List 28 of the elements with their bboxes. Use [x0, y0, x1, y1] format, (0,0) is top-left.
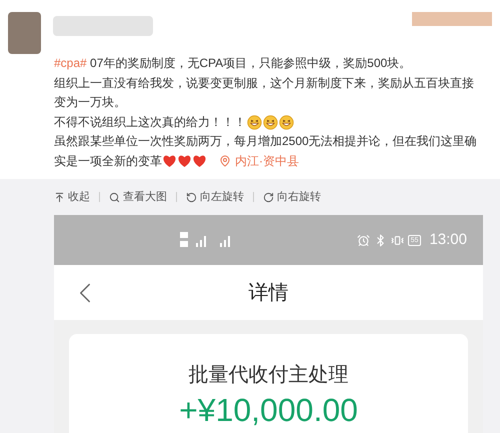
toolbar-button[interactable]: 向右旋转: [263, 188, 321, 206]
rotate-left-icon: [186, 192, 197, 202]
post-line: 07年的奖励制度，无CPA项目，只能参照中级，奖励500块。: [90, 56, 412, 70]
avatar: [8, 12, 41, 54]
page-title: 详情: [248, 280, 288, 306]
grinning-face-icon: [279, 114, 294, 130]
status-time: 13:00: [429, 230, 467, 250]
post-line: 不得不说组织上这次真的给力！！！: [54, 114, 246, 130]
zoom-icon: [109, 192, 120, 202]
heart-icon: [162, 154, 177, 168]
toolbar-button[interactable]: 向左旋转: [186, 188, 244, 206]
alarm-icon: [356, 234, 370, 246]
rotate-right-icon: [263, 192, 274, 202]
payment-title: 批量代收付主处理: [188, 363, 348, 388]
post-line: 组织上一直没有给我发，说要变更制服，这个月新制度下来，奖励从五百块直接: [54, 74, 475, 92]
heart-icon: [177, 154, 192, 168]
toolbar-button[interactable]: 收起: [54, 188, 90, 206]
grinning-face-icon: [263, 114, 278, 130]
post-line: 虽然跟某些单位一次性奖励两万，每月增加2500无法相提并论，但在我们这里确: [54, 133, 478, 150]
post-line: 实是一项全新的变革: [54, 152, 162, 170]
vibrate-icon: [390, 234, 404, 246]
collapse-icon: [54, 192, 65, 202]
location-pin-icon: [219, 155, 231, 168]
payment-amount: +¥10,000.00: [179, 391, 358, 430]
toolbar-button[interactable]: 查看大图: [109, 188, 167, 206]
heart-icon: [192, 154, 207, 168]
post-line: 变为一万块。: [54, 94, 127, 111]
grinning-face-icon: [247, 114, 262, 130]
